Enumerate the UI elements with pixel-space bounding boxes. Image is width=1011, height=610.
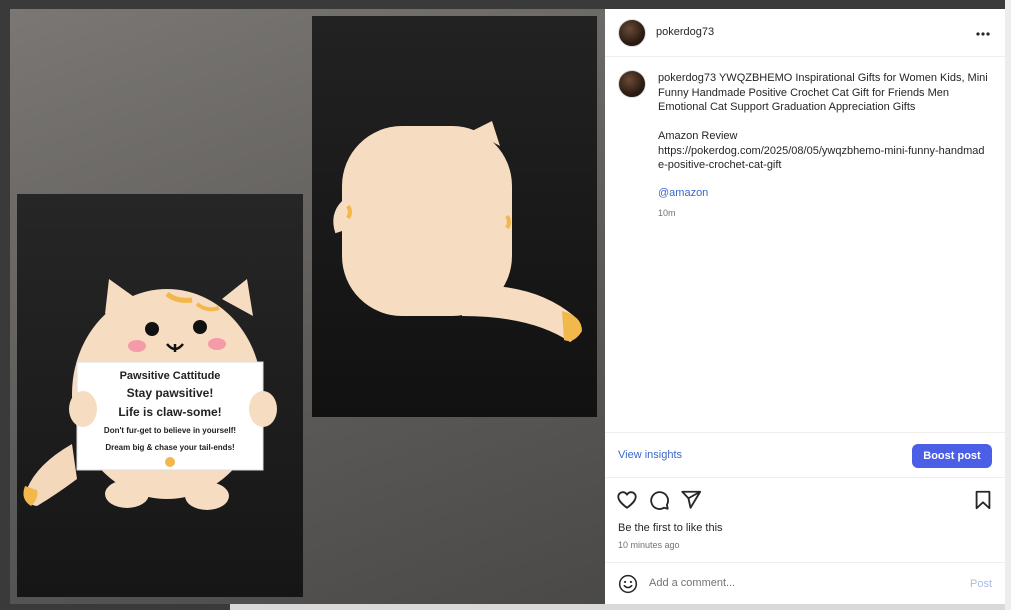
post-comment-button[interactable]: Post <box>970 578 992 590</box>
post-caption: pokerdog73 YWQZBHEMO Inspirational Gifts… <box>658 71 988 173</box>
post-details-panel: pokerdog73 pokerdog73 YWQZBHEMO Inspirat… <box>605 9 1005 604</box>
save-button[interactable] <box>972 489 994 511</box>
more-horizontal-icon <box>976 32 990 36</box>
cat-face-emoji-icon <box>165 457 175 467</box>
caption-review-label: Amazon Review <box>658 130 738 142</box>
comment-button[interactable] <box>648 489 670 511</box>
likes-text: Be the first to like this <box>618 522 723 534</box>
view-insights-link[interactable]: View insights <box>618 449 682 461</box>
header-username[interactable]: pokerdog73 <box>656 26 714 38</box>
post-header: pokerdog73 <box>605 9 1005 57</box>
backdrop-edge <box>1005 0 1011 610</box>
insights-row: View insights Boost post <box>605 432 1005 478</box>
emoji-icon[interactable] <box>618 574 638 594</box>
more-options-button[interactable] <box>969 23 997 43</box>
card-line3: Don't fur-get to believe in yourself! <box>104 426 236 435</box>
card-line1: Stay pawsitive! <box>127 386 214 400</box>
avatar[interactable] <box>618 19 646 47</box>
comment-row: Post <box>605 562 1005 604</box>
share-button[interactable] <box>680 489 702 511</box>
card-line2: Life is claw-some! <box>118 405 221 419</box>
caption-timestamp: 10m <box>658 208 676 218</box>
caption-username[interactable]: pokerdog73 <box>658 72 716 84</box>
crochet-cat-front-illustration: Pawsitive Cattitude Stay pawsitive! Life… <box>23 279 277 510</box>
heart-icon <box>617 491 637 509</box>
paper-plane-icon <box>681 490 702 509</box>
bookmark-icon <box>975 490 991 510</box>
caption-avatar[interactable] <box>618 70 646 98</box>
photo-crochet-cat-back <box>312 16 597 417</box>
card-line4: Dream big & chase your tail-ends! <box>105 443 234 452</box>
comment-input[interactable] <box>649 577 949 589</box>
photo-crochet-cat-front: Pawsitive Cattitude Stay pawsitive! Life… <box>17 194 303 597</box>
post-actions <box>605 487 1005 513</box>
boost-post-button[interactable]: Boost post <box>912 444 992 468</box>
comment-bubble-icon <box>650 491 669 510</box>
caption-link: https://pokerdog.com/2025/08/05/ywqzbhem… <box>658 144 985 172</box>
like-button[interactable] <box>616 489 638 511</box>
post-time-ago: 10 minutes ago <box>618 540 680 550</box>
crochet-cat-back-illustration <box>333 121 582 342</box>
mention-link[interactable]: @amazon <box>658 187 708 199</box>
card-title: Pawsitive Cattitude <box>120 370 221 382</box>
post-media[interactable]: Pawsitive Cattitude Stay pawsitive! Life… <box>10 9 605 604</box>
